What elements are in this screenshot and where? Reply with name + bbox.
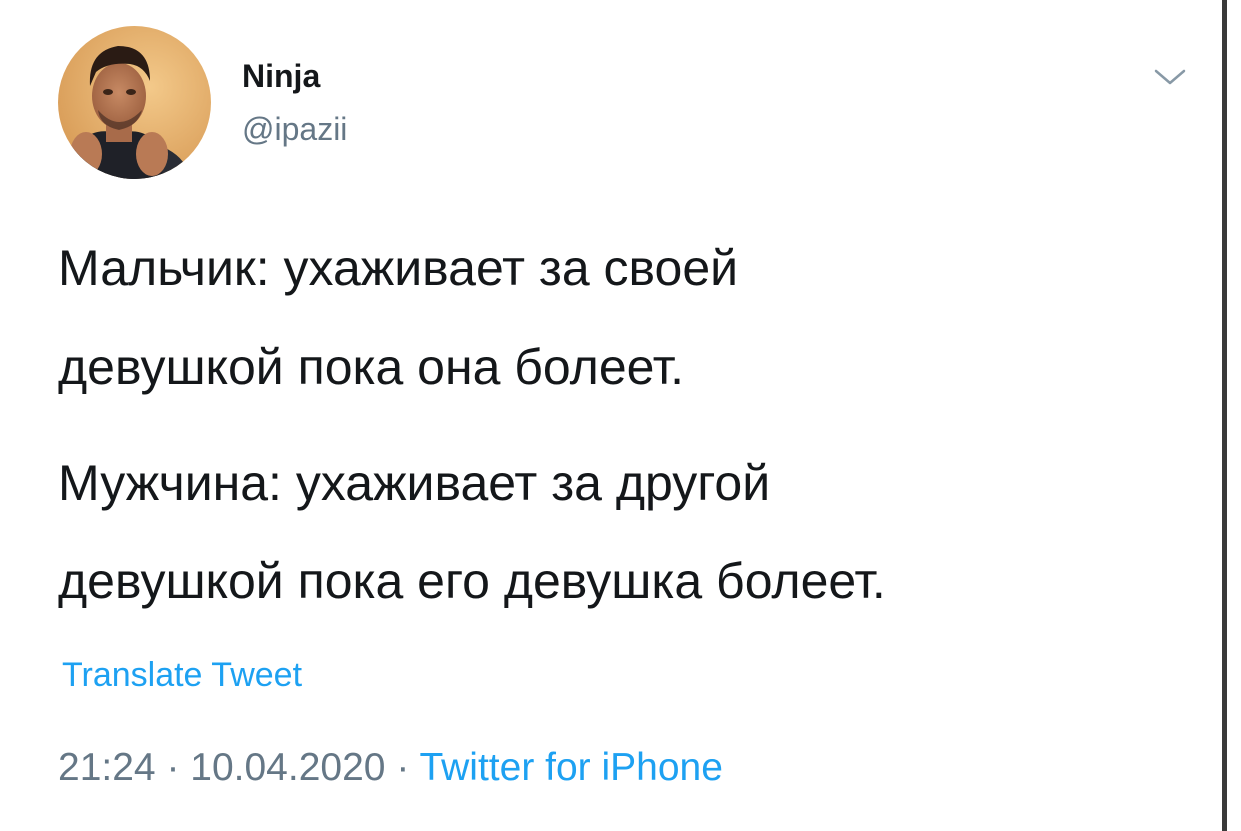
screen-edge-border [1222,0,1227,831]
tweet-time[interactable]: 21:24 [58,746,156,789]
tweet-date[interactable]: 10.04.2020 [190,746,385,789]
chevron-down-icon [1154,69,1186,85]
tweet-source-link[interactable]: Twitter for iPhone [419,746,722,789]
meta-separator: · [155,746,191,789]
tweet-text-line: девушкой пока его девушка болеет. [58,553,886,609]
tweet-menu-button[interactable] [1150,62,1190,90]
tweet-text-line: девушкой пока она болеет. [58,339,685,395]
avatar-photo-icon [58,26,211,179]
translate-tweet-link[interactable]: Translate Tweet [62,656,302,695]
tweet-metadata: 21:24 · 10.04.2020 · Twitter for iPhone [58,746,723,790]
author-handle[interactable]: @ipazii [242,111,347,148]
author-display-name[interactable]: Ninja [242,58,320,95]
tweet-text-line: Мужчина: ухаживает за другой [58,455,771,511]
author-avatar[interactable] [58,26,211,179]
tweet-text-line: Мальчик: ухаживает за своей [58,240,739,296]
tweet-card: Ninja @ipazii Мальчик: ухаживает за свое… [0,0,1220,831]
meta-separator: · [385,746,420,789]
